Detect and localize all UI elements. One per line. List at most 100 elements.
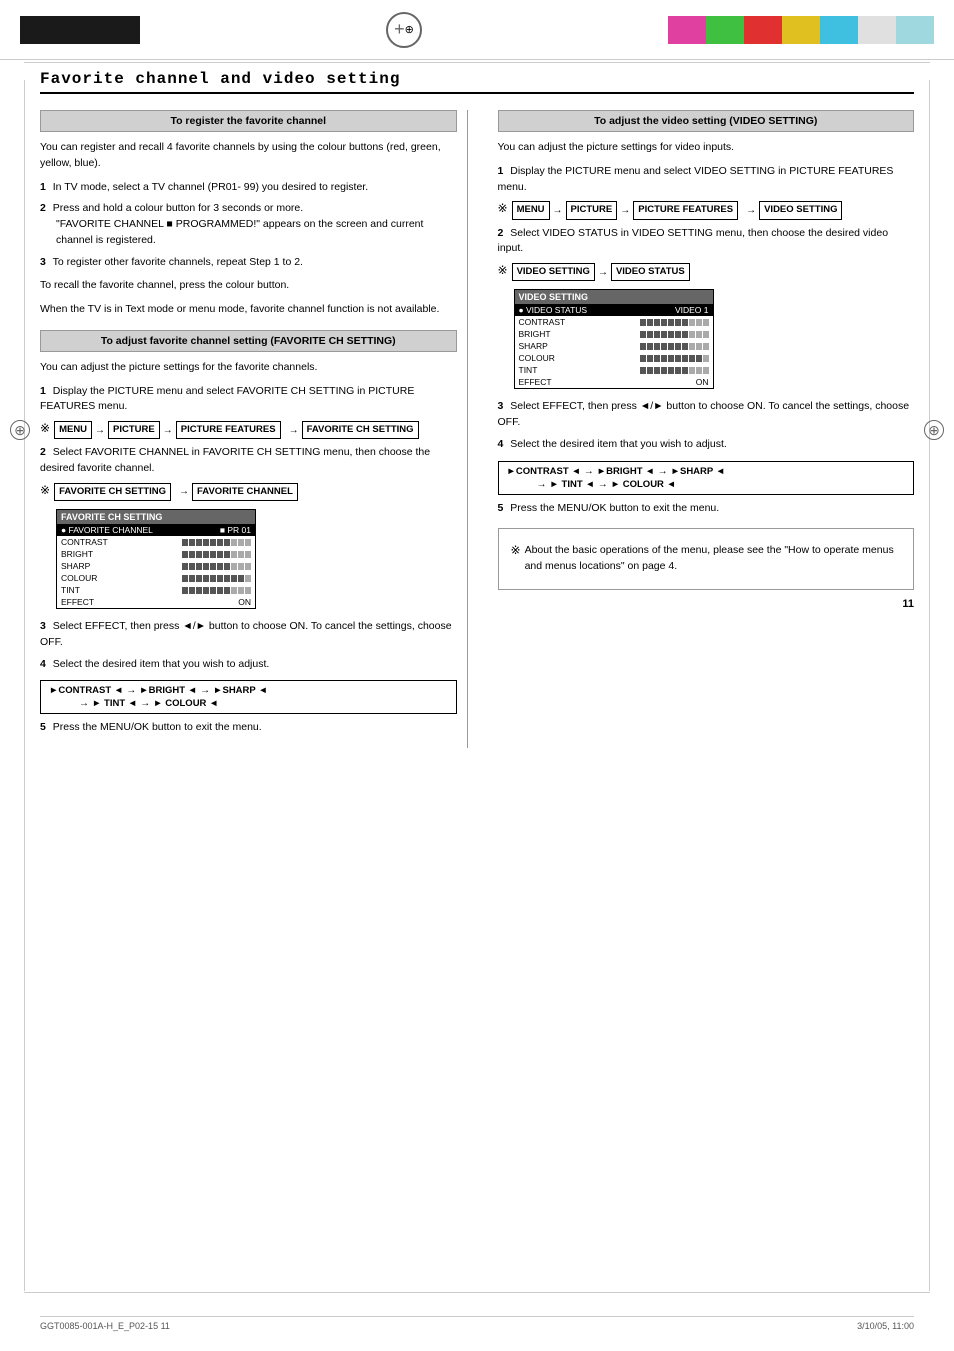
step1-text: Display the PICTURE menu and select FAVO… (40, 385, 414, 413)
list-item: 3 Select EFFECT, then press ◄/► button t… (498, 399, 915, 431)
list-item: 1 Display the PICTURE menu and select FA… (40, 384, 457, 440)
menu-row: BRIGHT (515, 328, 713, 340)
step5-text: Press the MENU/OK button to exit the men… (53, 721, 262, 733)
top-bar-left (20, 16, 140, 44)
crosshair-icon: ⊕ (405, 23, 414, 36)
menu-row-active: ● FAVORITE CHANNEL ■ PR 01 (57, 524, 255, 536)
list-item: 3 Select EFFECT, then press ◄/► button t… (40, 619, 457, 651)
menu-path-video-2: VIDEO SETTING → VIDEO STATUS (512, 263, 690, 281)
menu-row: COLOUR (57, 572, 255, 584)
menu-box: MENU (54, 421, 92, 439)
page-content: Favorite channel and video setting To re… (0, 60, 954, 778)
side-crosshair-right: ⊕ (924, 420, 944, 440)
video-steps2: 3 Select EFFECT, then press ◄/► button t… (498, 399, 915, 452)
menu-row: EFFECT ON (515, 376, 713, 388)
list-item: 5 Press the MENU/OK button to exit the m… (40, 720, 457, 736)
list-item: 4 Select the desired item that you wish … (498, 437, 915, 453)
section-header-register: To register the favorite channel (40, 110, 457, 132)
video-section-intro: You can adjust the picture settings for … (498, 140, 915, 156)
menu-box: PICTURE (566, 201, 618, 219)
menu-row: CONTRAST (57, 536, 255, 548)
menu-box: VIDEO SETTING (512, 263, 595, 281)
list-item: 5 Press the MENU/OK button to exit the m… (498, 501, 915, 517)
side-crosshair-left: ⊕ (10, 420, 30, 440)
footer-right: 3/10/05, 11:00 (857, 1321, 914, 1331)
step3-text: To register other favorite channels, rep… (53, 256, 303, 268)
left-column: To register the favorite channel You can… (40, 110, 468, 748)
step1-path-note: ※ MENU → PICTURE → PICTURE FEATURES → FA… (40, 421, 457, 439)
video-menu-display: VIDEO SETTING ● VIDEO STATUS VIDEO 1 CON… (514, 289, 714, 389)
section2-step5: 5 Press the MENU/OK button to exit the m… (40, 720, 457, 736)
menu-row: SHARP (57, 560, 255, 572)
menu-box: PICTURE FEATURES (633, 201, 738, 219)
step1-text: In TV mode, select a TV channel (PR01- 9… (53, 181, 368, 193)
section1-steps: 1 In TV mode, select a TV channel (PR01-… (40, 180, 457, 271)
step2-path-note: ※ FAVORITE CH SETTING → FAVORITE CHANNEL (40, 483, 457, 501)
step1-text: Display the PICTURE menu and select VIDE… (498, 165, 894, 193)
color-magenta (668, 16, 706, 44)
section1-intro: You can register and recall 4 favorite c… (40, 140, 457, 172)
list-item: 1 Display the PICTURE menu and select VI… (498, 164, 915, 220)
menu-path-1: MENU → PICTURE → PICTURE FEATURES → FAVO… (54, 421, 419, 439)
section-video-setting: To adjust the video setting (VIDEO SETTI… (498, 110, 915, 516)
menu-row: TINT (515, 364, 713, 376)
menu-display-header-video: VIDEO SETTING (515, 290, 713, 304)
section2-intro: You can adjust the picture settings for … (40, 360, 457, 376)
section2-steps: 1 Display the PICTURE menu and select FA… (40, 384, 457, 502)
page-title: Favorite channel and video setting (40, 70, 914, 94)
step2-text: Press and hold a colour button for 3 sec… (53, 202, 303, 214)
section-register-favorite: To register the favorite channel You can… (40, 110, 457, 318)
top-bar-right (668, 16, 934, 44)
bottom-note-text: About the basic operations of the menu, … (525, 543, 901, 575)
menu-path-2: FAVORITE CH SETTING → FAVORITE CHANNEL (54, 483, 298, 501)
color-ltcyan (896, 16, 934, 44)
menu-box: PICTURE (108, 421, 160, 439)
step2-note: "FAVORITE CHANNEL ■ PROGRAMMED!" appears… (40, 217, 457, 249)
step3-text: Select EFFECT, then press ◄/► button to … (498, 400, 910, 428)
nav-row: → ► TINT ◄ → ► COLOUR ◄ (49, 698, 448, 709)
step3-text: Select EFFECT, then press ◄/► button to … (40, 620, 452, 648)
list-item: 1 In TV mode, select a TV channel (PR01-… (40, 180, 457, 196)
right-column: To adjust the video setting (VIDEO SETTI… (488, 110, 915, 748)
bottom-note-box: ※ About the basic operations of the menu… (498, 528, 915, 590)
bottom-note-content: ※ About the basic operations of the menu… (511, 543, 902, 575)
video-step5: 5 Press the MENU/OK button to exit the m… (498, 501, 915, 517)
top-bar: ⊕ (0, 0, 954, 60)
color-white (858, 16, 896, 44)
menu-row: EFFECT ON (57, 596, 255, 608)
section1-note1: To recall the favorite channel, press th… (40, 278, 457, 294)
list-item: 3 To register other favorite channels, r… (40, 255, 457, 271)
menu-row: CONTRAST (515, 316, 713, 328)
menu-display-header: FAVORITE CH SETTING (57, 510, 255, 524)
step5-text: Press the MENU/OK button to exit the men… (510, 502, 719, 514)
list-item: 4 Select the desired item that you wish … (40, 657, 457, 673)
black-color-block (20, 16, 140, 44)
list-item: 2 Press and hold a colour button for 3 s… (40, 201, 457, 248)
list-item: 2 Select FAVORITE CHANNEL in FAVORITE CH… (40, 445, 457, 501)
menu-box: VIDEO STATUS (611, 263, 690, 281)
menu-row: SHARP (515, 340, 713, 352)
step4-text: Select the desired item that you wish to… (53, 658, 270, 670)
color-cyan (820, 16, 858, 44)
footer-left: GGT0085-001A-H_E_P02-15 11 (40, 1321, 170, 1331)
nav-diagram-right: ►CONTRAST ◄ → ►BRIGHT ◄ → ►SHARP ◄ → ► T… (498, 461, 915, 495)
step2-text: Select FAVORITE CHANNEL in FAVORITE CH S… (40, 446, 430, 474)
nav-row: → ► TINT ◄ → ► COLOUR ◄ (507, 479, 906, 490)
video-steps: 1 Display the PICTURE menu and select VI… (498, 164, 915, 282)
section-header-fav-ch: To adjust favorite channel setting (FAVO… (40, 330, 457, 352)
color-green (706, 16, 744, 44)
section2-steps2: 3 Select EFFECT, then press ◄/► button t… (40, 619, 457, 672)
nav-diagram-left: ►CONTRAST ◄ → ►BRIGHT ◄ → ►SHARP ◄ → ► T… (40, 680, 457, 714)
menu-row: BRIGHT (57, 548, 255, 560)
two-column-layout: To register the favorite channel You can… (40, 110, 914, 748)
menu-box: FAVORITE CH SETTING (302, 421, 419, 439)
list-item: 2 Select VIDEO STATUS in VIDEO SETTING m… (498, 226, 915, 282)
crosshair-center: ⊕ (386, 12, 422, 48)
color-yellow (782, 16, 820, 44)
menu-row: TINT (57, 584, 255, 596)
nav-row: ►CONTRAST ◄ → ►BRIGHT ◄ → ►SHARP ◄ (507, 466, 906, 477)
menu-row: COLOUR (515, 352, 713, 364)
step1-path: ※ MENU → PICTURE → PICTURE FEATURES → VI… (498, 201, 915, 219)
menu-box: FAVORITE CH SETTING (54, 483, 171, 501)
section-favorite-ch-setting: To adjust favorite channel setting (FAVO… (40, 330, 457, 736)
